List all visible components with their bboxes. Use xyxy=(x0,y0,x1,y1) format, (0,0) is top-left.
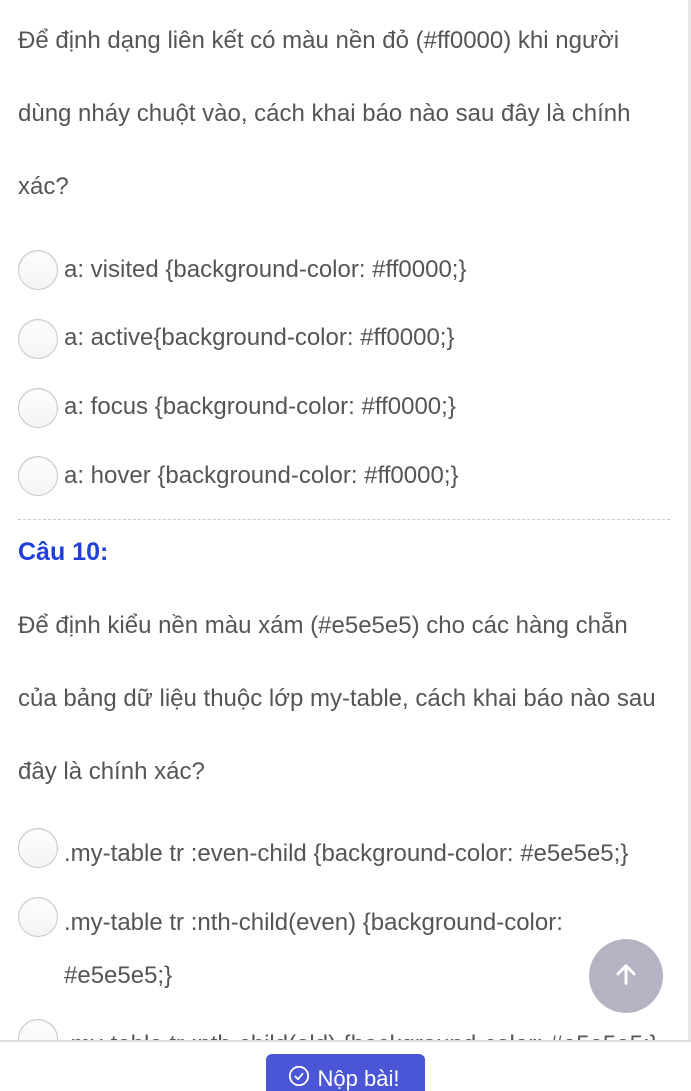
option-text: a: focus {background-color: #ff0000;} xyxy=(64,381,456,434)
option-text: a: hover {background-color: #ff0000;} xyxy=(64,450,459,503)
option-row[interactable]: a: active{background-color: #ff0000;} xyxy=(18,312,670,365)
question-prompt: Để định dạng liên kết có màu nền đỏ (#ff… xyxy=(18,4,670,224)
option-row[interactable]: .my-table tr :even-child {background-col… xyxy=(18,828,670,881)
options-list: a: visited {background-color: #ff0000;} … xyxy=(18,244,670,503)
radio-icon[interactable] xyxy=(18,250,58,290)
option-row[interactable]: a: hover {background-color: #ff0000;} xyxy=(18,450,670,503)
option-row[interactable]: a: focus {background-color: #ff0000;} xyxy=(18,381,670,434)
question-number: Câu 10: xyxy=(18,538,670,567)
radio-icon[interactable] xyxy=(18,897,58,937)
radio-icon[interactable] xyxy=(18,828,58,868)
option-row[interactable]: .my-table tr :nth-child(even) {backgroun… xyxy=(18,897,670,1003)
question-block-9: Để định dạng liên kết có màu nền đỏ (#ff… xyxy=(18,4,670,503)
radio-icon[interactable] xyxy=(18,1019,58,1040)
content-area: Để định dạng liên kết có màu nền đỏ (#ff… xyxy=(0,0,691,1040)
option-text: a: visited {background-color: #ff0000;} xyxy=(64,244,467,297)
question-block-10: Câu 10: Để định kiểu nền màu xám (#e5e5e… xyxy=(18,538,670,1040)
option-row[interactable]: a: visited {background-color: #ff0000;} xyxy=(18,244,670,297)
arrow-up-icon xyxy=(612,960,640,993)
check-circle-icon xyxy=(288,1065,310,1091)
question-prompt: Để định kiểu nền màu xám (#e5e5e5) cho c… xyxy=(18,589,670,809)
submit-button[interactable]: Nộp bài! xyxy=(266,1054,426,1091)
options-list: .my-table tr :even-child {background-col… xyxy=(18,828,670,1040)
scroll-top-button[interactable] xyxy=(589,939,663,1013)
option-row[interactable]: .my-table tr :nth-child(old) {background… xyxy=(18,1019,670,1040)
footer-bar: Nộp bài! xyxy=(0,1040,691,1091)
submit-label: Nộp bài! xyxy=(318,1066,400,1091)
radio-icon[interactable] xyxy=(18,388,58,428)
radio-icon[interactable] xyxy=(18,319,58,359)
option-text: .my-table tr :nth-child(even) {backgroun… xyxy=(64,897,670,1003)
option-text: a: active{background-color: #ff0000;} xyxy=(64,312,455,365)
option-text: .my-table tr :even-child {background-col… xyxy=(64,828,628,881)
option-text: .my-table tr :nth-child(old) {background… xyxy=(64,1019,658,1040)
radio-icon[interactable] xyxy=(18,456,58,496)
question-divider xyxy=(18,519,670,520)
